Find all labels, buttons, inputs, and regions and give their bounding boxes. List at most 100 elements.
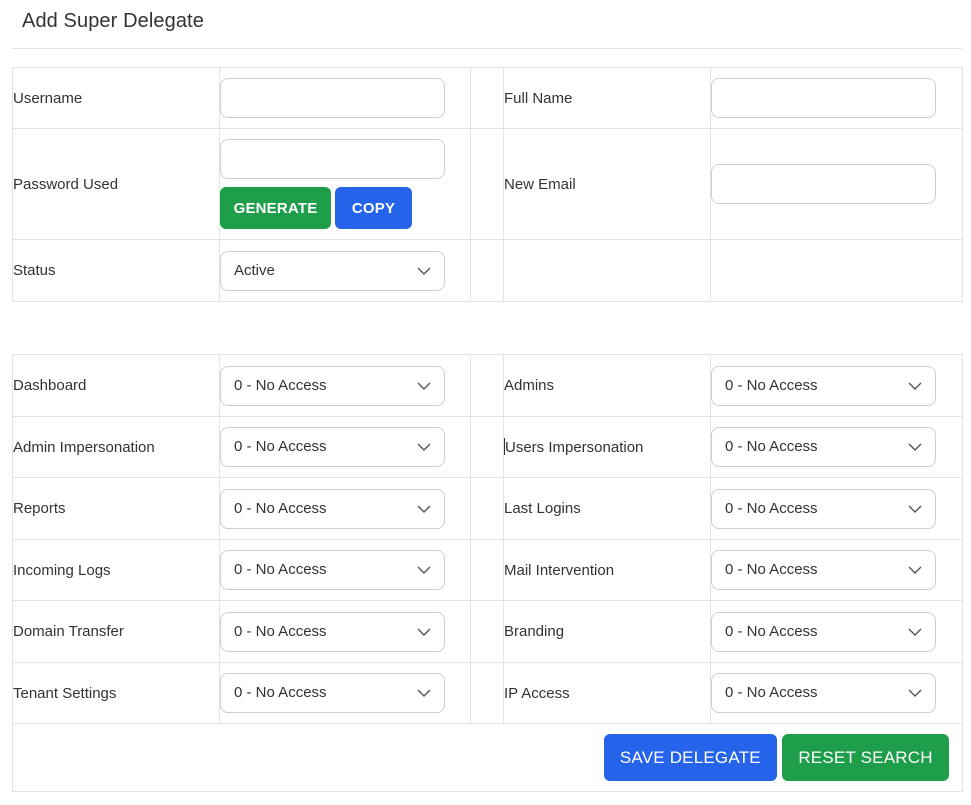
ip-access-select-value: 0 - No Access [725,684,818,701]
reports-select[interactable]: 0 - No Access [220,488,445,529]
mail-intervention-cell: 0 - No Access [710,539,963,601]
incoming-logs-label: Incoming Logs [12,539,220,601]
password-label: Password Used [12,128,220,240]
spacer-cell [470,128,504,240]
dashboard-select[interactable]: 0 - No Access [220,365,445,406]
chevron-down-icon [417,267,431,275]
branding-label: Branding [503,600,711,663]
reset-search-button[interactable]: RESET SEARCH [782,734,949,781]
footer-cell: SAVE DELEGATE RESET SEARCH [12,723,963,792]
title-divider [12,48,962,49]
spacer-cell [470,67,504,129]
admins-select-value: 0 - No Access [725,376,818,394]
admins-label: Admins [503,354,711,417]
permission-row: Reports 0 - No Access Last Logins 0 - No… [12,477,963,540]
ip-access-label: IP Access [503,662,711,724]
users-impersonation-cell: 0 - No Access [710,416,963,478]
new-email-input[interactable] [711,164,936,204]
last-logins-select[interactable]: 0 - No Access [711,488,936,529]
domain-transfer-cell: 0 - No Access [219,600,471,663]
admins-select[interactable]: 0 - No Access [711,365,936,406]
last-logins-select-value: 0 - No Access [725,499,818,517]
permission-row: Domain Transfer 0 - No Access Branding 0… [12,600,963,663]
tenant-settings-select[interactable]: 0 - No Access [220,673,445,713]
mail-intervention-select-value: 0 - No Access [725,561,818,578]
fullname-input[interactable] [711,78,936,118]
permissions-table: Dashboard 0 - No Access Admins 0 - No Ac… [12,354,963,792]
spacer-cell [470,662,504,724]
footer-row: SAVE DELEGATE RESET SEARCH [12,723,963,792]
chevron-down-icon [908,443,922,451]
chevron-down-icon [417,689,431,697]
fullname-cell [710,67,963,129]
status-select-value: Active [234,261,275,279]
spacer-cell [470,539,504,601]
modal-title: Add Super Delegate [22,10,204,32]
chevron-down-icon [908,382,922,390]
last-logins-label: Last Logins [503,477,711,540]
permission-row: Tenant Settings 0 - No Access IP Access … [12,662,963,724]
username-input[interactable] [220,78,445,118]
permission-row: Admin Impersonation 0 - No Access Users … [12,416,963,478]
incoming-logs-cell: 0 - No Access [219,539,471,601]
account-row: Password Used GENERATE COPY New Email [12,128,963,240]
account-row: Username Full Name [12,67,963,129]
dashboard-label: Dashboard [12,354,220,417]
spacer-cell [470,477,504,540]
generate-button[interactable]: GENERATE [220,187,331,229]
spacer-cell [470,354,504,417]
reports-cell: 0 - No Access [219,477,471,540]
domain-transfer-label: Domain Transfer [12,600,220,663]
spacer-cell [470,416,504,478]
chevron-down-icon [417,382,431,390]
mail-intervention-select[interactable]: 0 - No Access [711,550,936,590]
username-cell [219,67,471,129]
reports-select-value: 0 - No Access [234,499,327,517]
tenant-settings-select-value: 0 - No Access [234,684,327,701]
permission-row: Dashboard 0 - No Access Admins 0 - No Ac… [12,354,963,417]
branding-select-value: 0 - No Access [725,622,818,640]
spacer-cell [470,239,504,302]
account-table: Username Full Name Password Used GENERAT… [12,67,963,302]
users-impersonation-select[interactable]: 0 - No Access [711,427,936,467]
permission-row: Incoming Logs 0 - No Access Mail Interve… [12,539,963,601]
users-impersonation-label: Users Impersonation [505,439,644,456]
copy-button[interactable]: COPY [335,187,412,229]
permissions-body: Dashboard 0 - No Access Admins 0 - No Ac… [12,354,963,792]
new-email-cell [710,128,963,240]
branding-select[interactable]: 0 - No Access [711,611,936,652]
chevron-down-icon [908,505,922,513]
admin-impersonation-select[interactable]: 0 - No Access [220,427,445,467]
password-input[interactable] [220,139,445,179]
domain-transfer-select[interactable]: 0 - No Access [220,611,445,652]
admin-impersonation-label: Admin Impersonation [12,416,220,478]
last-logins-cell: 0 - No Access [710,477,963,540]
password-cell: GENERATE COPY [219,128,471,240]
incoming-logs-select-value: 0 - No Access [234,561,327,578]
chevron-down-icon [908,689,922,697]
admins-cell: 0 - No Access [710,354,963,417]
chevron-down-icon [908,566,922,574]
tenant-settings-cell: 0 - No Access [219,662,471,724]
password-button-row: GENERATE COPY [220,187,470,229]
admin-impersonation-cell: 0 - No Access [219,416,471,478]
new-email-label: New Email [503,128,711,240]
admin-impersonation-select-value: 0 - No Access [234,438,327,455]
chevron-down-icon [908,628,922,636]
spacer-cell [470,600,504,663]
domain-transfer-select-value: 0 - No Access [234,622,327,640]
ip-access-select[interactable]: 0 - No Access [711,673,936,713]
dashboard-select-value: 0 - No Access [234,376,327,394]
username-label: Username [12,67,220,129]
status-cell: Active [219,239,471,302]
dashboard-cell: 0 - No Access [219,354,471,417]
branding-cell: 0 - No Access [710,600,963,663]
incoming-logs-select[interactable]: 0 - No Access [220,550,445,590]
status-label: Status [12,239,220,302]
ip-access-cell: 0 - No Access [710,662,963,724]
save-delegate-button[interactable]: SAVE DELEGATE [603,734,777,781]
mail-intervention-label: Mail Intervention [503,539,711,601]
status-select[interactable]: Active [220,250,445,291]
users-impersonation-select-value: 0 - No Access [725,438,818,455]
chevron-down-icon [417,505,431,513]
